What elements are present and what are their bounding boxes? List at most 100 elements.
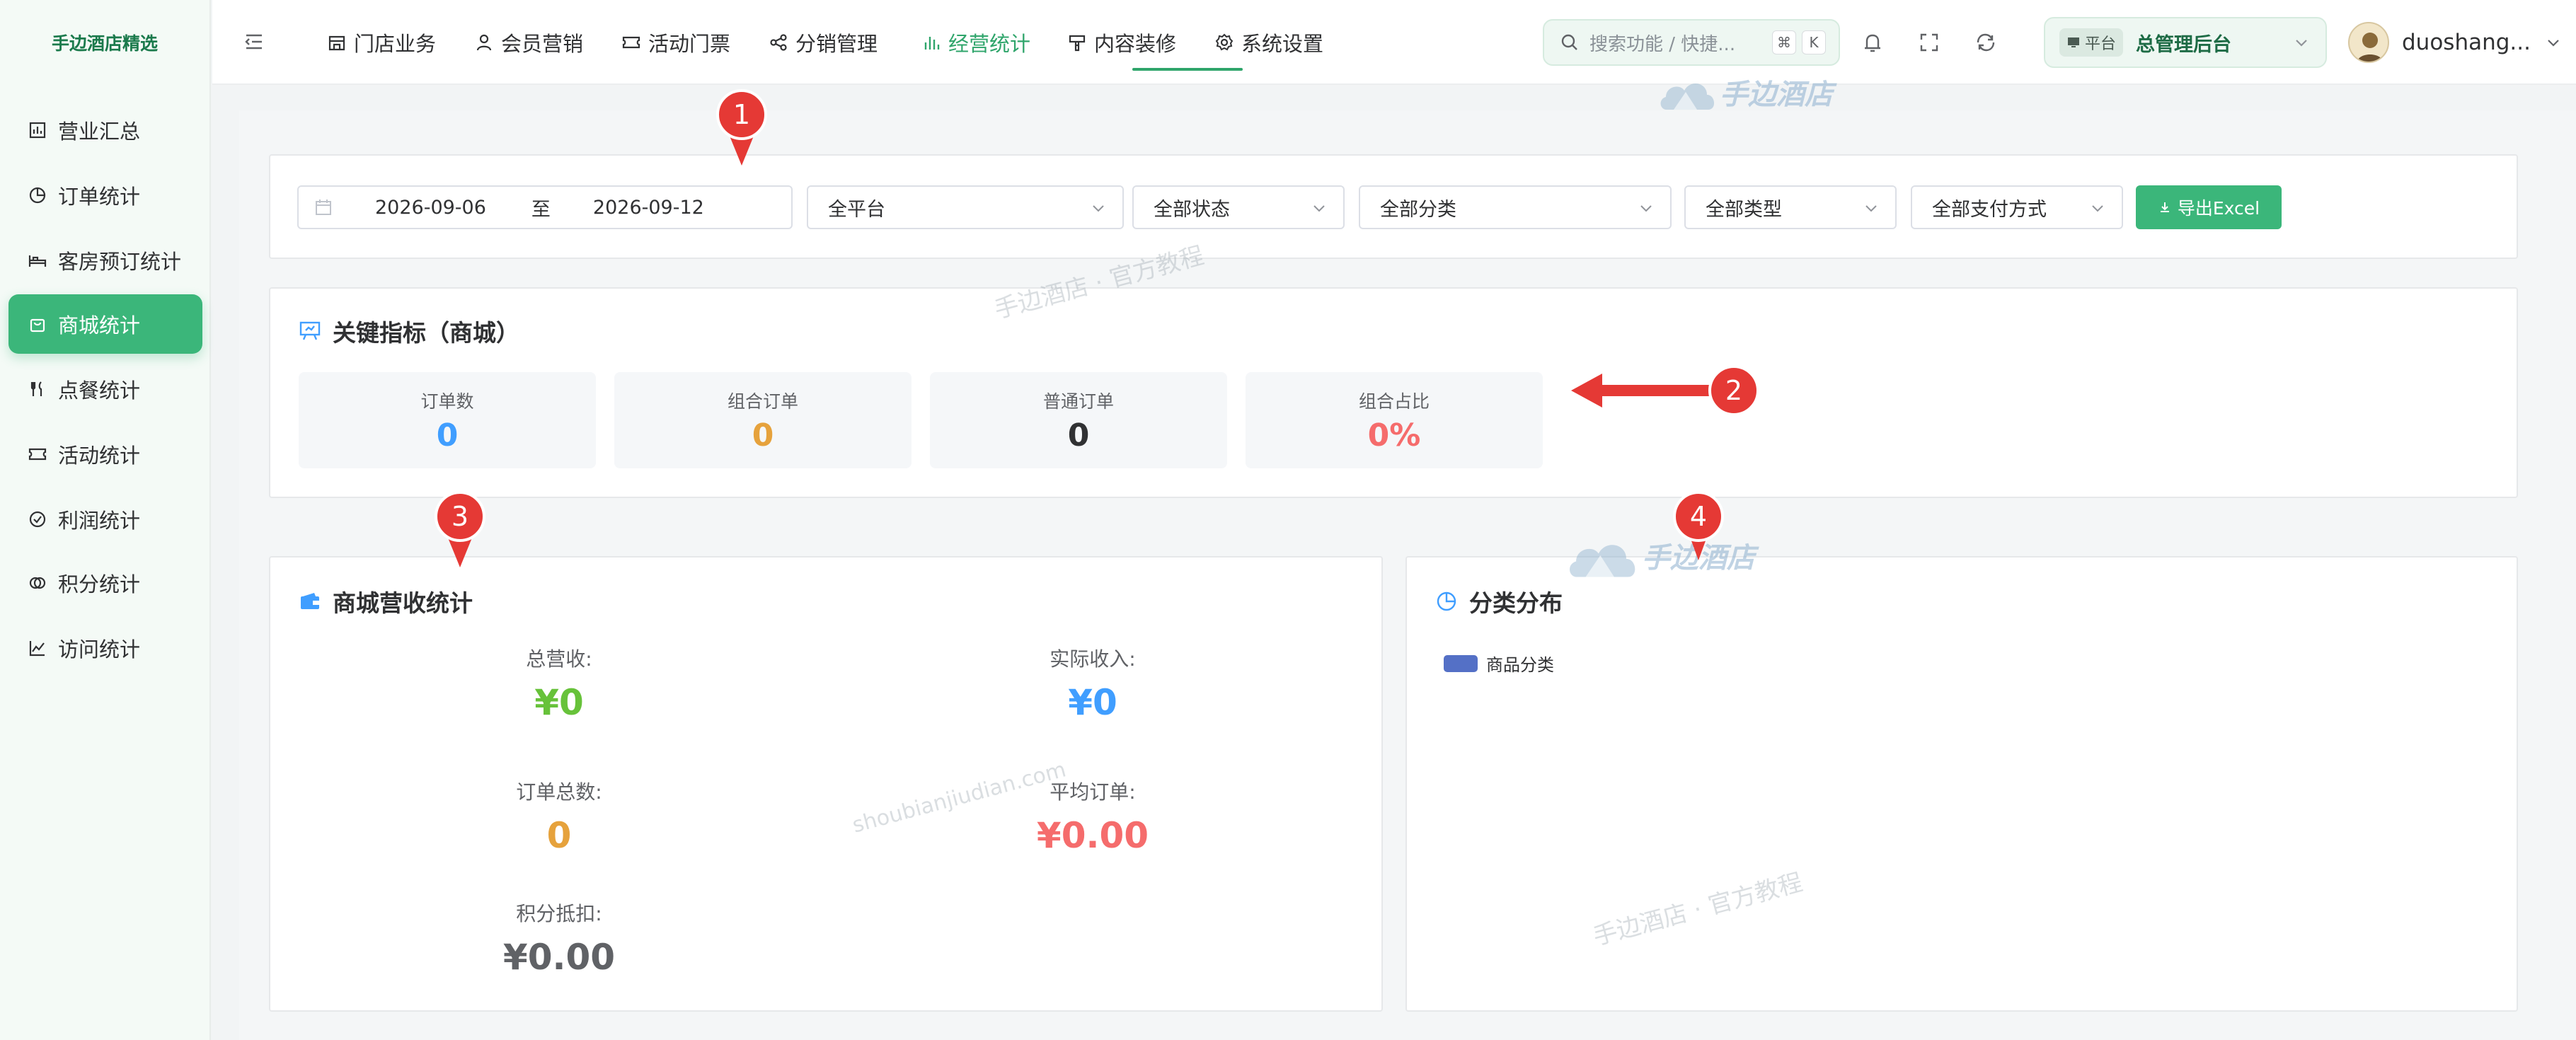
kpi-combo-ratio: 组合占比 0% (1246, 372, 1543, 468)
platform-filter-value: 全平台 (828, 198, 885, 221)
bed-icon (27, 250, 48, 271)
chevron-down-icon (1640, 205, 1652, 212)
shopping-bag-icon (27, 313, 48, 335)
payment-filter-value: 全部支付方式 (1932, 198, 2047, 221)
legend-swatch (1444, 654, 1478, 672)
tab-label: 内容装修 (1094, 32, 1177, 56)
marker-number: 2 (1725, 375, 1742, 406)
sidebar-item-activity-stats[interactable]: 活动统计 (8, 424, 202, 484)
tab-label: 门店业务 (354, 32, 437, 56)
category-filter-value: 全部分类 (1380, 198, 1456, 221)
marker-number: 1 (733, 99, 750, 130)
watermark-logo: 手边酒店 (1564, 529, 1755, 582)
payment-filter[interactable]: 全部支付方式 (1911, 185, 2123, 229)
tab-system-settings[interactable]: 系统设置 (1214, 0, 1323, 85)
shortcut-key: K (1802, 30, 1826, 54)
type-filter-value: 全部类型 (1706, 198, 1782, 221)
revenue-card-title: 商城营收统计 (299, 584, 473, 618)
date-range-picker[interactable]: 2026-09-06 至 2026-09-12 (297, 185, 793, 229)
search-input[interactable]: 搜索功能 / 快捷... ⌘ K (1543, 19, 1840, 66)
pie-chart-icon (1437, 591, 1456, 611)
stat-value: ¥0 (534, 682, 584, 723)
bell-icon[interactable] (1860, 30, 1885, 55)
store-icon (328, 35, 345, 51)
stat-label: 订单总数: (516, 780, 602, 804)
watermark-logo: 手边酒店 (1656, 71, 1833, 113)
stat-label: 总营收: (526, 647, 592, 671)
tab-label: 经营统计 (948, 32, 1031, 56)
kpi-value: 0 (752, 417, 774, 453)
platform-filter[interactable]: 全平台 (807, 185, 1124, 229)
tab-activity-tickets[interactable]: 活动门票 (621, 0, 730, 85)
kpi-title-text: 关键指标（商城） (333, 319, 519, 347)
revenue-title-text: 商城营收统计 (333, 589, 473, 617)
stat-value: ¥0.00 (1036, 815, 1149, 856)
sidebar-item-label: 点餐统计 (58, 379, 141, 403)
sidebar: 手边酒店精选 营业汇总 订单统计 客房预订统计 商城统计 点餐统计 活动统计 利… (0, 0, 211, 1040)
kpi-label: 普通订单 (1042, 391, 1114, 412)
tab-member-marketing[interactable]: 会员营销 (474, 0, 583, 85)
sidebar-item-dining-stats[interactable]: 点餐统计 (8, 359, 202, 419)
stat-points-deduction: 积分抵扣: ¥0.00 (453, 899, 665, 978)
annotation-marker-2: 2 (1571, 365, 1759, 416)
refresh-icon[interactable] (1973, 30, 1999, 55)
kpi-value: 0 (436, 417, 459, 453)
monitor-icon (2068, 37, 2079, 47)
chart-legend[interactable]: 商品分类 (1444, 651, 1554, 676)
watermark-logo-text: 手边酒店 (1720, 79, 1833, 111)
sidebar-item-points-stats[interactable]: 积分统计 (8, 553, 202, 613)
pie-chart-icon (27, 185, 48, 206)
sidebar-item-label: 活动统计 (58, 444, 141, 468)
tab-label: 活动门票 (648, 32, 731, 56)
user-icon (476, 34, 492, 51)
sidebar-item-profit-stats[interactable]: 利润统计 (8, 490, 202, 549)
sidebar-item-label: 订单统计 (58, 185, 141, 209)
tab-business-stats[interactable]: 经营统计 (921, 0, 1030, 85)
sidebar-collapse-icon[interactable] (242, 30, 266, 54)
platform-tag: 平台 (2059, 28, 2124, 57)
sidebar-item-room-booking-stats[interactable]: 客房预订统计 (8, 231, 202, 290)
stat-total-revenue: 总营收: ¥0 (453, 644, 665, 723)
chevron-down-icon (1865, 205, 1877, 212)
chevron-down-icon (2296, 40, 2307, 47)
sidebar-item-label: 积分统计 (58, 572, 141, 596)
date-end[interactable]: 2026-09-12 (593, 197, 704, 219)
active-tab-indicator (1132, 68, 1243, 71)
stat-label: 实际收入: (1050, 647, 1136, 671)
kpi-card-title: 关键指标（商城） (299, 314, 519, 348)
sidebar-item-order-stats[interactable]: 订单统计 (8, 166, 202, 225)
coins-icon (27, 572, 48, 594)
tab-label: 分销管理 (795, 32, 878, 56)
status-filter[interactable]: 全部状态 (1132, 185, 1345, 229)
sidebar-item-label: 访问统计 (58, 637, 141, 661)
sidebar-item-business-summary[interactable]: 营业汇总 (8, 100, 202, 160)
sidebar-item-visit-stats[interactable]: 访问统计 (8, 618, 202, 678)
sidebar-item-label: 商城统计 (58, 313, 141, 337)
kpi-order-count: 订单数 0 (299, 372, 596, 468)
search-placeholder: 搜索功能 / 快捷... (1589, 33, 1736, 55)
category-filter[interactable]: 全部分类 (1359, 185, 1672, 229)
wallet-icon (301, 593, 319, 609)
sidebar-item-label: 营业汇总 (58, 120, 141, 144)
stat-label: 积分抵扣: (516, 902, 602, 925)
tab-content-decoration[interactable]: 内容装修 (1067, 0, 1176, 85)
platform-value: 总管理后台 (2136, 33, 2232, 56)
category-title-text: 分类分布 (1469, 589, 1563, 617)
chevron-down-icon (1093, 205, 1104, 212)
chevron-down-icon (2548, 40, 2559, 47)
type-filter[interactable]: 全部类型 (1684, 185, 1897, 229)
platform-select[interactable]: 平台 总管理后台 (2044, 17, 2327, 68)
sidebar-item-mall-stats[interactable]: 商城统计 (8, 294, 202, 354)
tab-store-business[interactable]: 门店业务 (327, 0, 436, 85)
shortcut-key: ⌘ (1772, 30, 1796, 54)
utensils-icon (27, 379, 48, 400)
date-start[interactable]: 2026-09-06 (375, 197, 486, 219)
stat-value: 0 (546, 815, 572, 856)
date-separator: 至 (531, 198, 551, 221)
export-excel-button[interactable]: 导出Excel (2136, 185, 2282, 229)
user-menu[interactable]: duoshang... (2348, 17, 2562, 68)
stat-actual-income: 实际收入: ¥0 (987, 644, 1199, 723)
tab-distribution[interactable]: 分销管理 (769, 0, 878, 85)
fullscreen-icon[interactable] (1916, 30, 1942, 55)
ticket-icon (622, 36, 640, 49)
